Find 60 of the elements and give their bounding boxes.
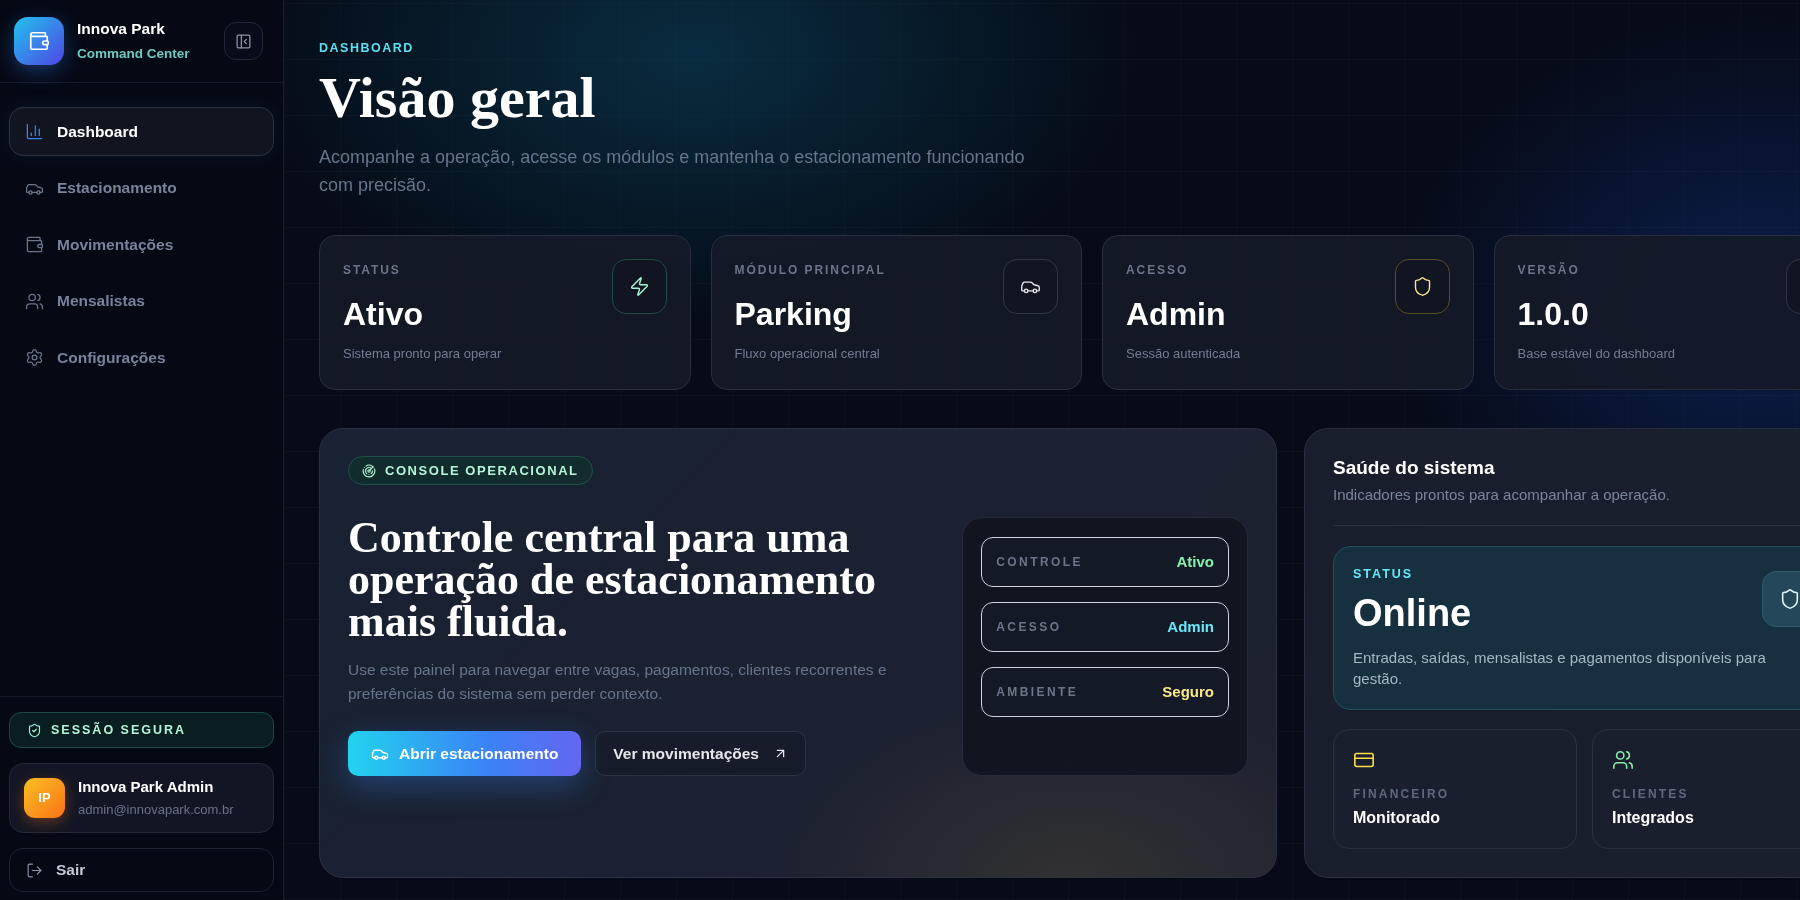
user-avatar: IP bbox=[24, 778, 65, 818]
radar-icon bbox=[362, 463, 376, 478]
status-description: Entradas, saídas, mensalistas e pagamentos disponíveis para gestão. bbox=[1353, 648, 1767, 689]
stat-description: Sistema pronto para operar bbox=[343, 345, 502, 363]
status-label: CONTROLE bbox=[996, 554, 1083, 571]
status-value: Ativo bbox=[1176, 551, 1214, 572]
stat-value: Admin bbox=[1126, 295, 1226, 333]
stat-label: ACESSO bbox=[1126, 262, 1189, 278]
shield-check-icon bbox=[27, 722, 42, 738]
stat-value: 1.0.0 bbox=[1517, 295, 1589, 333]
lightning-icon bbox=[611, 259, 667, 314]
panel-title: Saúde do sistema bbox=[1333, 456, 1495, 480]
sidebar-nav-item[interactable]: Movimentações bbox=[9, 220, 274, 269]
badge-label: SESSÃO SEGURA bbox=[51, 721, 187, 739]
status-value: Admin bbox=[1167, 616, 1214, 637]
status-label: AMBIENTE bbox=[996, 684, 1079, 701]
console-headline: Controle central para uma operação de estacionamento mais fluida. bbox=[348, 517, 877, 643]
panel-subtitle: Indicadores prontos para acompanhar a operação. bbox=[1333, 485, 1670, 505]
console-description: Use este painel para navegar entre vagas, pagamentos, clientes recorrentes e preferências do sistema sem perder contexto. bbox=[348, 660, 888, 704]
sidebar-nav-item[interactable]: Dashboard bbox=[9, 107, 274, 156]
page-title: Visão geral bbox=[319, 68, 596, 128]
sidebar-nav-item[interactable]: Mensalistas bbox=[9, 276, 274, 326]
metric-value: Integrados bbox=[1612, 808, 1694, 828]
stat-value: Parking bbox=[734, 295, 852, 333]
logout-button[interactable]: Sair bbox=[9, 848, 274, 892]
users-icon bbox=[25, 291, 44, 311]
stat-description: Base estável do dashboard bbox=[1517, 345, 1676, 363]
status-value: Online bbox=[1353, 592, 1472, 634]
car-icon bbox=[1003, 259, 1058, 314]
metric-label: CLIENTES bbox=[1612, 786, 1689, 802]
brand-name: Innova Park bbox=[77, 19, 165, 39]
sidebar-nav-item[interactable]: Estacionamento bbox=[9, 163, 274, 213]
open-parking-button[interactable]: Abrir estacionamento bbox=[348, 731, 582, 776]
metric-label: FINANCEIRO bbox=[1353, 786, 1450, 802]
collapse-sidebar-button[interactable] bbox=[224, 22, 263, 60]
sidebar-nav-item[interactable]: Configurações bbox=[9, 333, 274, 382]
status-value: Seguro bbox=[1162, 681, 1214, 702]
stat-description: Sessão autenticada bbox=[1126, 345, 1241, 363]
stat-value: Ativo bbox=[343, 295, 423, 333]
logout-icon bbox=[26, 861, 43, 879]
stat-label: VERSÃO bbox=[1517, 262, 1580, 278]
status-label: ACESSO bbox=[996, 619, 1062, 636]
settings-icon bbox=[25, 348, 44, 367]
status-label: STATUS bbox=[1353, 566, 1414, 582]
bar-chart-icon bbox=[25, 122, 44, 141]
stat-label: STATUS bbox=[343, 262, 401, 278]
metric-value: Monitorado bbox=[1353, 808, 1441, 828]
view-movements-button[interactable]: Ver movimentações bbox=[595, 731, 806, 776]
page-subtitle: Acompanhe a operação, acesse os módulos e mantenha o estacionamento funcionando com precisão. bbox=[319, 146, 1026, 197]
brand-subtitle: Command Center bbox=[77, 45, 190, 63]
badge-label: CONSOLE OPERACIONAL bbox=[385, 461, 579, 480]
stat-label: MÓDULO PRINCIPAL bbox=[734, 262, 886, 278]
user-name: Innova Park Admin bbox=[78, 777, 214, 797]
page-eyebrow: DASHBOARD bbox=[319, 40, 414, 56]
stat-description: Fluxo operacional central bbox=[734, 345, 880, 363]
wallet-logo-icon bbox=[14, 17, 64, 65]
user-email: admin@innovapark.com.br bbox=[78, 801, 234, 819]
wallet-icon bbox=[25, 235, 44, 254]
shield-icon bbox=[1394, 259, 1450, 314]
panel-collapse-icon bbox=[235, 32, 252, 50]
